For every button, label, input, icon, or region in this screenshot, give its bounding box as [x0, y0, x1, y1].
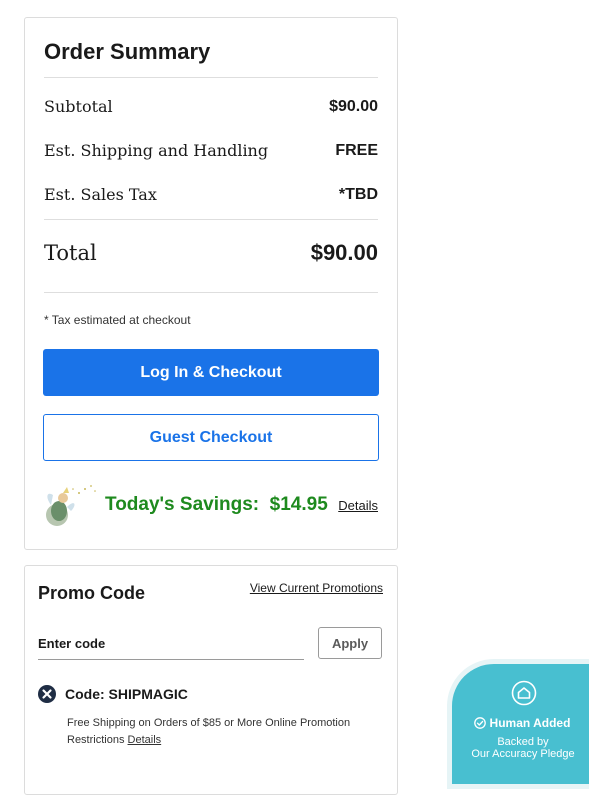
subtotal-value: $90.00	[329, 97, 378, 115]
promo-code-card: Promo Code View Current Promotions Apply…	[24, 565, 398, 795]
savings-label: Today's Savings: $14.95	[105, 494, 328, 515]
divider	[44, 292, 378, 293]
divider	[44, 219, 378, 220]
accuracy-pledge-text: Backed by Our Accuracy Pledge	[471, 736, 575, 760]
applied-code-details-link[interactable]: Details	[128, 734, 162, 746]
order-summary-card: Order Summary Subtotal $90.00 Est. Shipp…	[24, 17, 398, 550]
shipping-row: Est. Shipping and Handling FREE	[44, 141, 378, 160]
accuracy-pledge-badge[interactable]: Human Added Backed by Our Accuracy Pledg…	[452, 664, 589, 784]
applied-code-label: Code: SHIPMAGIC	[65, 686, 188, 702]
order-summary-title: Order Summary	[44, 39, 211, 64]
total-label: Total	[44, 241, 97, 265]
divider	[44, 77, 378, 78]
human-added-label: Human Added	[452, 716, 589, 730]
guest-checkout-button[interactable]: Guest Checkout	[43, 414, 379, 461]
tinker-bell-icon	[46, 485, 96, 526]
subtotal-row: Subtotal $90.00	[44, 97, 378, 116]
remove-circle-icon[interactable]	[38, 685, 56, 703]
savings-details-link[interactable]: Details	[338, 498, 378, 513]
apply-button[interactable]: Apply	[318, 627, 382, 659]
login-checkout-button[interactable]: Log In & Checkout	[43, 349, 379, 396]
sales-tax-value: *TBD	[338, 185, 378, 203]
total-row: Total $90.00	[44, 240, 378, 266]
subtotal-label: Subtotal	[44, 97, 113, 116]
applied-code-description: Free Shipping on Orders of $85 or More O…	[67, 717, 351, 746]
home-badge-icon	[511, 680, 537, 706]
shipping-value: FREE	[335, 141, 378, 159]
savings-value: $14.95	[269, 494, 328, 515]
check-circle-icon	[473, 717, 486, 729]
sales-tax-row: Est. Sales Tax *TBD	[44, 185, 378, 204]
total-value: $90.00	[310, 240, 378, 265]
tax-note: * Tax estimated at checkout	[44, 313, 191, 327]
savings-row: Today's Savings: $14.95 Details	[43, 480, 378, 530]
view-current-promotions-link[interactable]: View Current Promotions	[250, 581, 383, 595]
shipping-label: Est. Shipping and Handling	[44, 141, 269, 160]
promo-code-input[interactable]	[38, 628, 304, 660]
applied-code-row: Code: SHIPMAGIC	[38, 685, 188, 703]
sales-tax-label: Est. Sales Tax	[44, 185, 157, 204]
promo-code-title: Promo Code	[38, 583, 146, 603]
